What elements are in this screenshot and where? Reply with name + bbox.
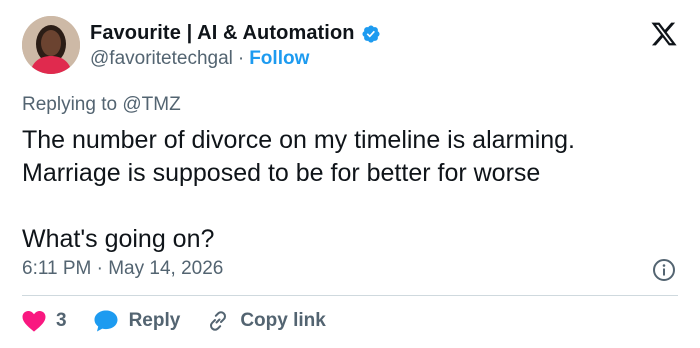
copy-link-button[interactable]: Copy link bbox=[206, 309, 326, 333]
like-button[interactable]: 3 bbox=[22, 310, 67, 332]
author-handle-row: @favoritetechgal · Follow bbox=[90, 48, 309, 70]
reply-bubble-icon bbox=[94, 310, 118, 332]
tweet-timestamp[interactable]: 6:11 PM · May 14, 2026 bbox=[22, 258, 223, 280]
verified-badge-icon bbox=[362, 24, 380, 43]
action-bar: 3 Reply Copy link bbox=[22, 306, 352, 336]
info-icon[interactable] bbox=[652, 258, 676, 282]
author-handle[interactable]: @favoritetechgal bbox=[90, 48, 233, 70]
replying-mention[interactable]: @TMZ bbox=[122, 94, 180, 115]
heart-icon bbox=[22, 311, 46, 332]
tweet-text: The number of divorce on my timeline is … bbox=[22, 126, 576, 253]
author-name-row: Favourite | AI & Automation bbox=[90, 22, 381, 45]
avatar[interactable] bbox=[22, 16, 80, 74]
separator-dot: · bbox=[237, 48, 245, 69]
divider bbox=[22, 295, 678, 296]
reply-button[interactable]: Reply bbox=[93, 309, 181, 333]
replying-to: Replying to @TMZ bbox=[22, 94, 181, 116]
link-icon bbox=[210, 311, 227, 331]
follow-button[interactable]: Follow bbox=[249, 48, 309, 70]
tweet-card: Favourite | AI & Automation @favoritetec… bbox=[0, 0, 700, 348]
author-display-name[interactable]: Favourite | AI & Automation bbox=[90, 22, 355, 45]
x-logo-icon[interactable] bbox=[650, 20, 678, 48]
copy-link-label: Copy link bbox=[240, 310, 326, 331]
reply-label: Reply bbox=[128, 310, 181, 331]
replying-prefix: Replying to bbox=[22, 94, 118, 115]
avatar-image bbox=[22, 16, 80, 74]
like-count: 3 bbox=[56, 310, 67, 331]
